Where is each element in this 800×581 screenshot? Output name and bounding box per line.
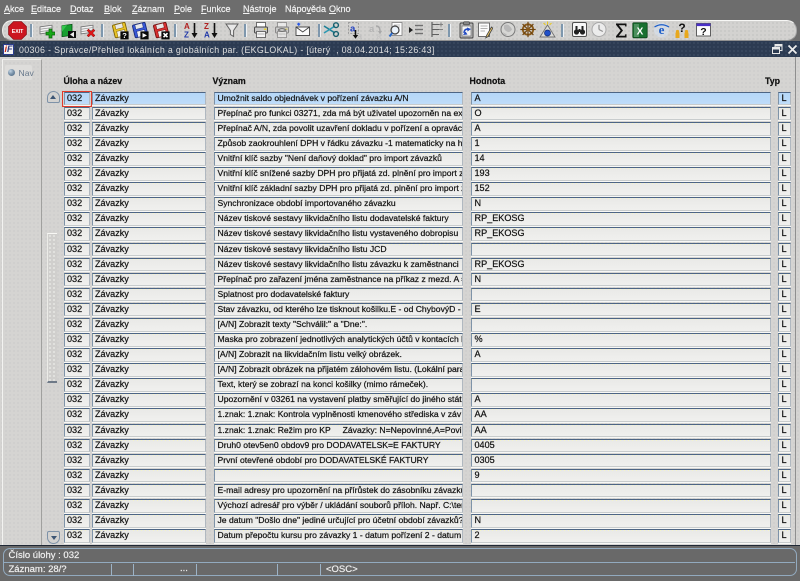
svg-text:a: a <box>358 34 362 40</box>
svg-text:a: a <box>369 24 375 35</box>
svg-text:A: A <box>204 31 210 40</box>
svg-text:EXIT: EXIT <box>11 28 23 34</box>
svg-text:X: X <box>637 26 644 37</box>
svg-text:?: ? <box>122 31 127 40</box>
svg-text:?: ? <box>700 26 706 38</box>
svg-text:a: a <box>377 34 381 40</box>
svg-text:Z: Z <box>184 31 189 40</box>
